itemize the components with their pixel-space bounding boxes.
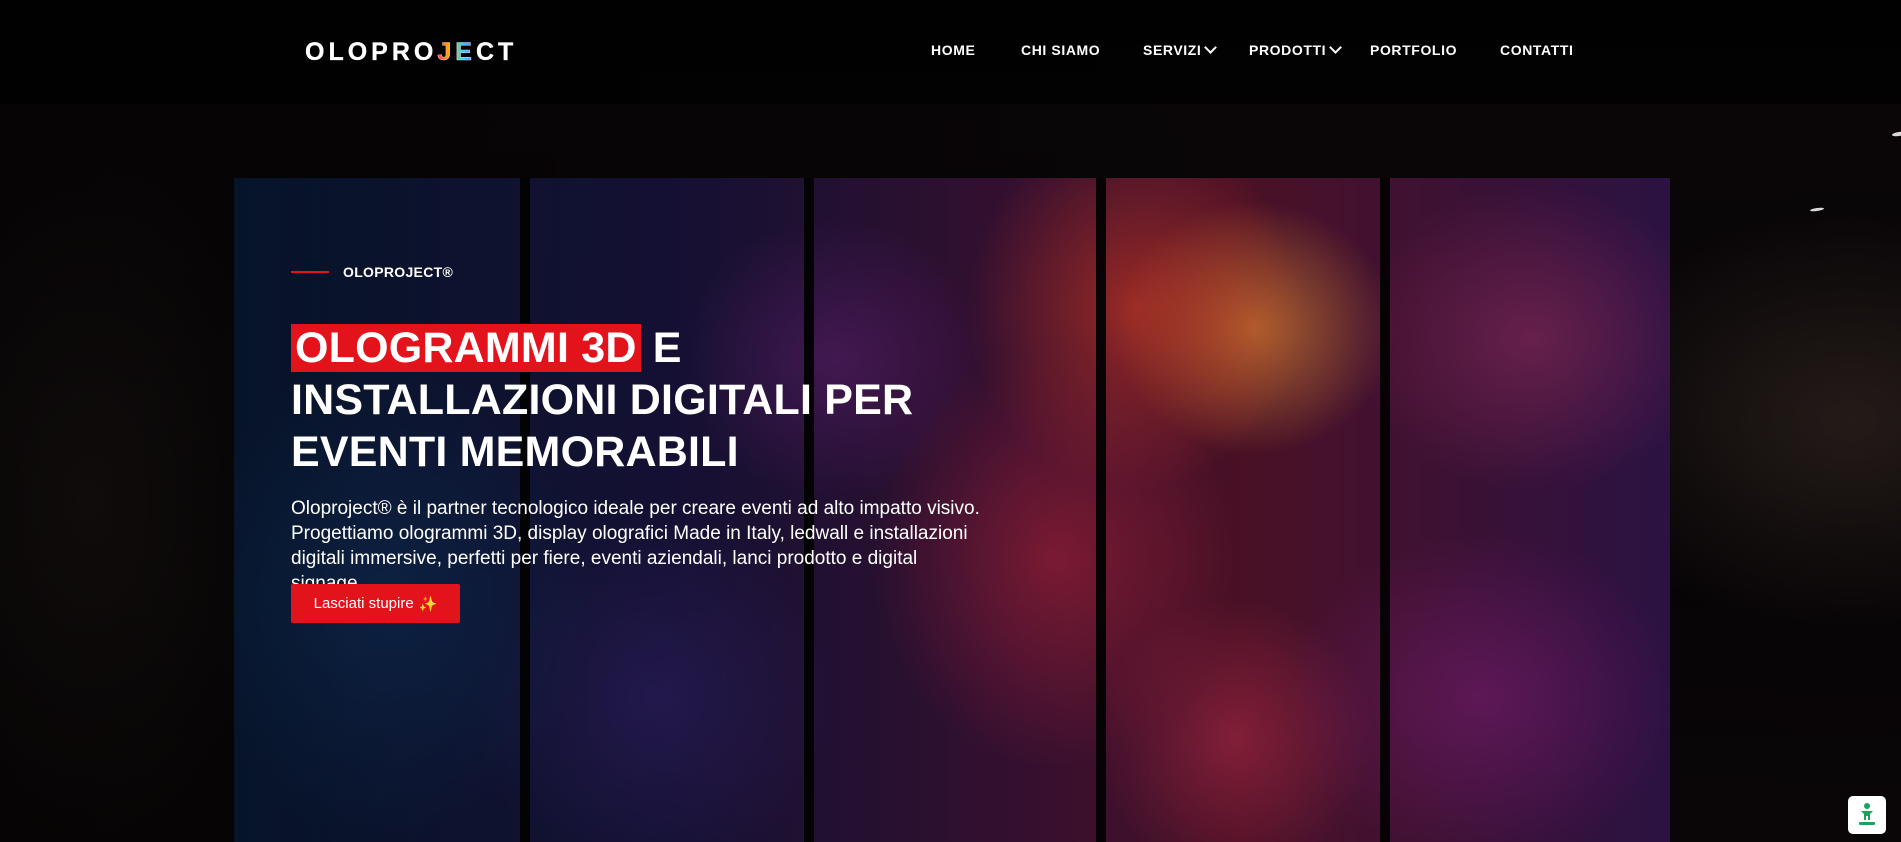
nav-item-label: SERVIZI: [1143, 42, 1202, 58]
hero-section: OLOPROJECT® OLOGRAMMI 3D E INSTALLAZIONI…: [291, 258, 1011, 623]
page: OLOPROJECT HOME CHI SIAMO SERVIZI PRODOT…: [0, 0, 1901, 842]
cta-label: Lasciati stupire: [313, 595, 414, 612]
nav-item-label: CHI SIAMO: [1021, 42, 1101, 58]
nav-item-label: CONTATTI: [1500, 42, 1574, 58]
nav-item-label: PORTFOLIO: [1370, 42, 1458, 58]
cta-button[interactable]: Lasciati stupire ✨: [291, 584, 460, 623]
headline-highlight: OLOGRAMMI 3D: [291, 324, 641, 372]
nav-item-label: HOME: [931, 42, 976, 58]
hero-eyebrow: OLOPROJECT®: [291, 258, 1011, 286]
site-header: OLOPROJECT HOME CHI SIAMO SERVIZI PRODOT…: [0, 0, 1901, 104]
nav-item-contatti[interactable]: CONTATTI: [1500, 42, 1574, 58]
sparkles-icon: ✨: [418, 595, 438, 613]
chevron-down-icon: [1329, 40, 1343, 54]
nav-item-portfolio[interactable]: PORTFOLIO: [1370, 42, 1457, 58]
nav-item-prodotti[interactable]: PRODOTTI: [1249, 40, 1343, 58]
nav-item-chi-siamo[interactable]: CHI SIAMO: [1021, 42, 1100, 58]
main-navigation: HOME CHI SIAMO SERVIZI PRODOTTI PORTFOLI…: [0, 0, 1901, 104]
accessibility-button[interactable]: [1848, 796, 1886, 834]
eyebrow-divider: [291, 271, 329, 273]
chevron-down-icon: [1204, 40, 1218, 54]
nav-item-servizi[interactable]: SERVIZI: [1143, 40, 1218, 58]
nav-item-label: PRODOTTI: [1249, 42, 1327, 58]
hero-headline: OLOGRAMMI 3D E INSTALLAZIONI DIGITALI PE…: [291, 322, 1011, 478]
accessibility-icon: [1859, 803, 1875, 825]
eyebrow-label: OLOPROJECT®: [343, 264, 454, 280]
nav-item-home[interactable]: HOME: [931, 42, 975, 58]
hero-description: Oloproject® è il partner tecnologico ide…: [291, 498, 980, 594]
